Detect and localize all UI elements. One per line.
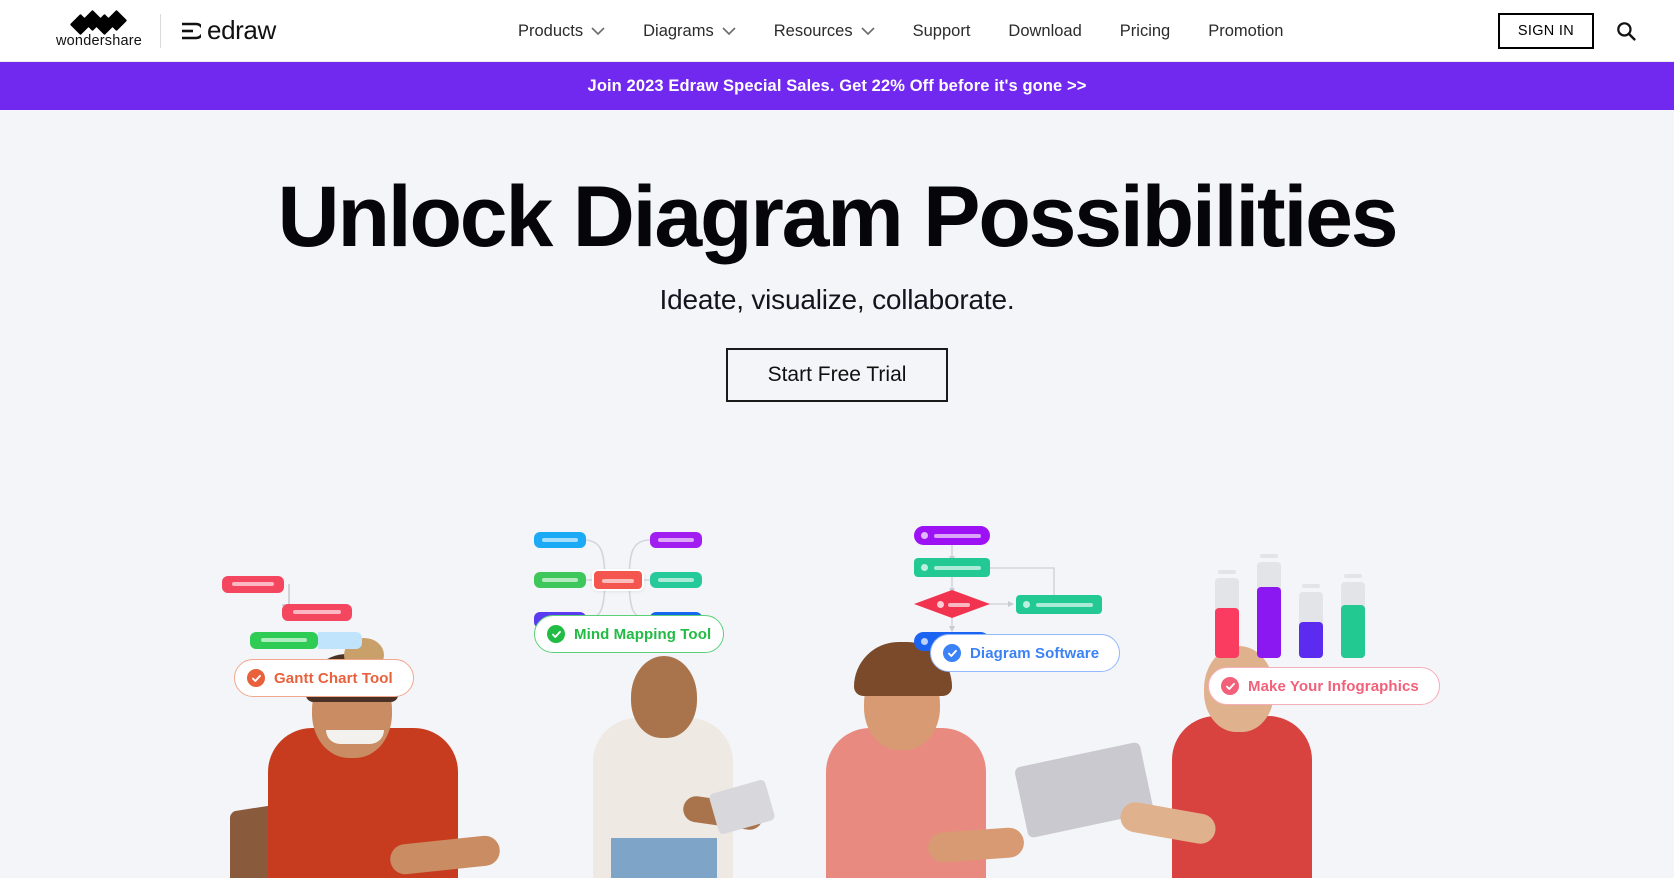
chevron-down-icon: [722, 26, 736, 36]
header-actions: SIGN IN: [1497, 0, 1636, 62]
badge-label: Make Your Infographics: [1248, 677, 1419, 695]
gantt-bar: [222, 576, 284, 593]
person-mindmap-photo: [575, 618, 776, 878]
bar-chart-column: [1257, 562, 1281, 658]
mindmap-node: [534, 532, 586, 548]
edraw-wordmark: edraw: [207, 15, 276, 45]
badge-make-your-infographics[interactable]: Make Your Infographics: [1208, 667, 1440, 705]
nav-label: Pricing: [1119, 21, 1171, 40]
collar: [326, 730, 384, 744]
bar-chart-cap: [1302, 584, 1320, 588]
nav-label: Products: [518, 21, 584, 40]
gantt-bar-remaining: [318, 632, 362, 649]
check-circle-icon: [1221, 677, 1239, 695]
nav-label: Resources: [773, 21, 853, 40]
brand-divider: [160, 13, 162, 48]
check-circle-icon: [547, 625, 565, 643]
edraw-e-mark-icon: [179, 20, 202, 42]
bar-chart-cap: [1344, 574, 1362, 578]
brand-lockup[interactable]: wondershare edraw: [56, 9, 276, 49]
sign-in-button[interactable]: SIGN IN: [1497, 13, 1594, 49]
nav-item-download[interactable]: Download: [1008, 22, 1081, 41]
check-circle-icon: [247, 669, 265, 687]
nav-label: Promotion: [1208, 21, 1284, 40]
badge-label: Gantt Chart Tool: [274, 669, 393, 687]
torso: [1172, 716, 1312, 878]
flowchart-process-node: [1016, 595, 1102, 614]
hero-section: Unlock Diagram Possibilities Ideate, vis…: [0, 110, 1674, 878]
bar-chart-fill: [1215, 608, 1239, 658]
nav-label: Support: [912, 21, 971, 40]
nav-item-products[interactable]: Products: [518, 22, 605, 41]
wondershare-wordmark: wondershare: [56, 32, 143, 49]
bar-chart-illustration: [1215, 548, 1375, 658]
site-header: wondershare edraw Products Diagrams Reso…: [0, 0, 1674, 62]
promo-banner-text: Join 2023 Edraw Special Sales. Get 22% O…: [587, 76, 1087, 95]
bar-chart-cap: [1260, 554, 1278, 558]
flowchart-process-node: [914, 558, 990, 577]
bar-chart-column: [1299, 592, 1323, 658]
nav-label: Diagrams: [643, 21, 714, 40]
gantt-bar: [250, 632, 318, 649]
mindmap-node: [650, 572, 702, 588]
badge-mind-mapping-tool[interactable]: Mind Mapping Tool: [534, 615, 725, 653]
chevron-down-icon: [591, 26, 605, 36]
bar-chart-column: [1215, 578, 1239, 658]
mindmap-center-node: [592, 569, 644, 591]
start-free-trial-button[interactable]: Start Free Trial: [725, 348, 949, 403]
bar-chart-fill: [1257, 586, 1281, 658]
hero-cta-container: Start Free Trial: [0, 348, 1674, 403]
chevron-down-icon: [861, 26, 875, 36]
nav-item-promotion[interactable]: Promotion: [1208, 22, 1283, 41]
search-icon[interactable]: [1616, 21, 1636, 41]
badge-label: Mind Mapping Tool: [574, 625, 712, 643]
nav-item-pricing[interactable]: Pricing: [1120, 22, 1170, 41]
nav-item-support[interactable]: Support: [913, 22, 971, 41]
bar-chart-cap: [1218, 570, 1236, 574]
badge-label: Diagram Software: [970, 644, 1100, 662]
flowchart-terminator-node: [914, 526, 990, 545]
check-circle-icon: [943, 644, 961, 662]
gantt-bar: [282, 604, 352, 621]
mindmap-node: [650, 532, 702, 548]
page-title: Unlock Diagram Possibilities: [277, 169, 1399, 265]
bar-chart-fill: [1341, 604, 1365, 658]
jeans: [611, 838, 717, 878]
wondershare-logo[interactable]: wondershare: [56, 9, 143, 49]
nav-item-resources[interactable]: Resources: [774, 22, 875, 41]
nav-label: Download: [1008, 21, 1082, 40]
badge-gantt-chart-tool[interactable]: Gantt Chart Tool: [234, 659, 414, 697]
bar-chart-fill: [1299, 621, 1323, 658]
arm: [927, 826, 1025, 864]
wondershare-diamonds-logo-icon: [69, 9, 128, 35]
illustration-stage: Gantt Chart Tool Mind Mapping Tool Diagr…: [0, 526, 1674, 878]
nav-item-diagrams[interactable]: Diagrams: [643, 22, 736, 41]
main-navigation: Products Diagrams Resources Support Down…: [518, 0, 1321, 62]
bar-chart-column: [1341, 582, 1365, 658]
promo-banner[interactable]: Join 2023 Edraw Special Sales. Get 22% O…: [0, 62, 1674, 110]
hero-subtitle: Ideate, visualize, collaborate.: [659, 284, 1015, 316]
mindmap-node: [534, 572, 586, 588]
badge-diagram-software[interactable]: Diagram Software: [930, 634, 1121, 672]
edraw-logo[interactable]: edraw: [179, 15, 276, 46]
head: [631, 656, 697, 738]
